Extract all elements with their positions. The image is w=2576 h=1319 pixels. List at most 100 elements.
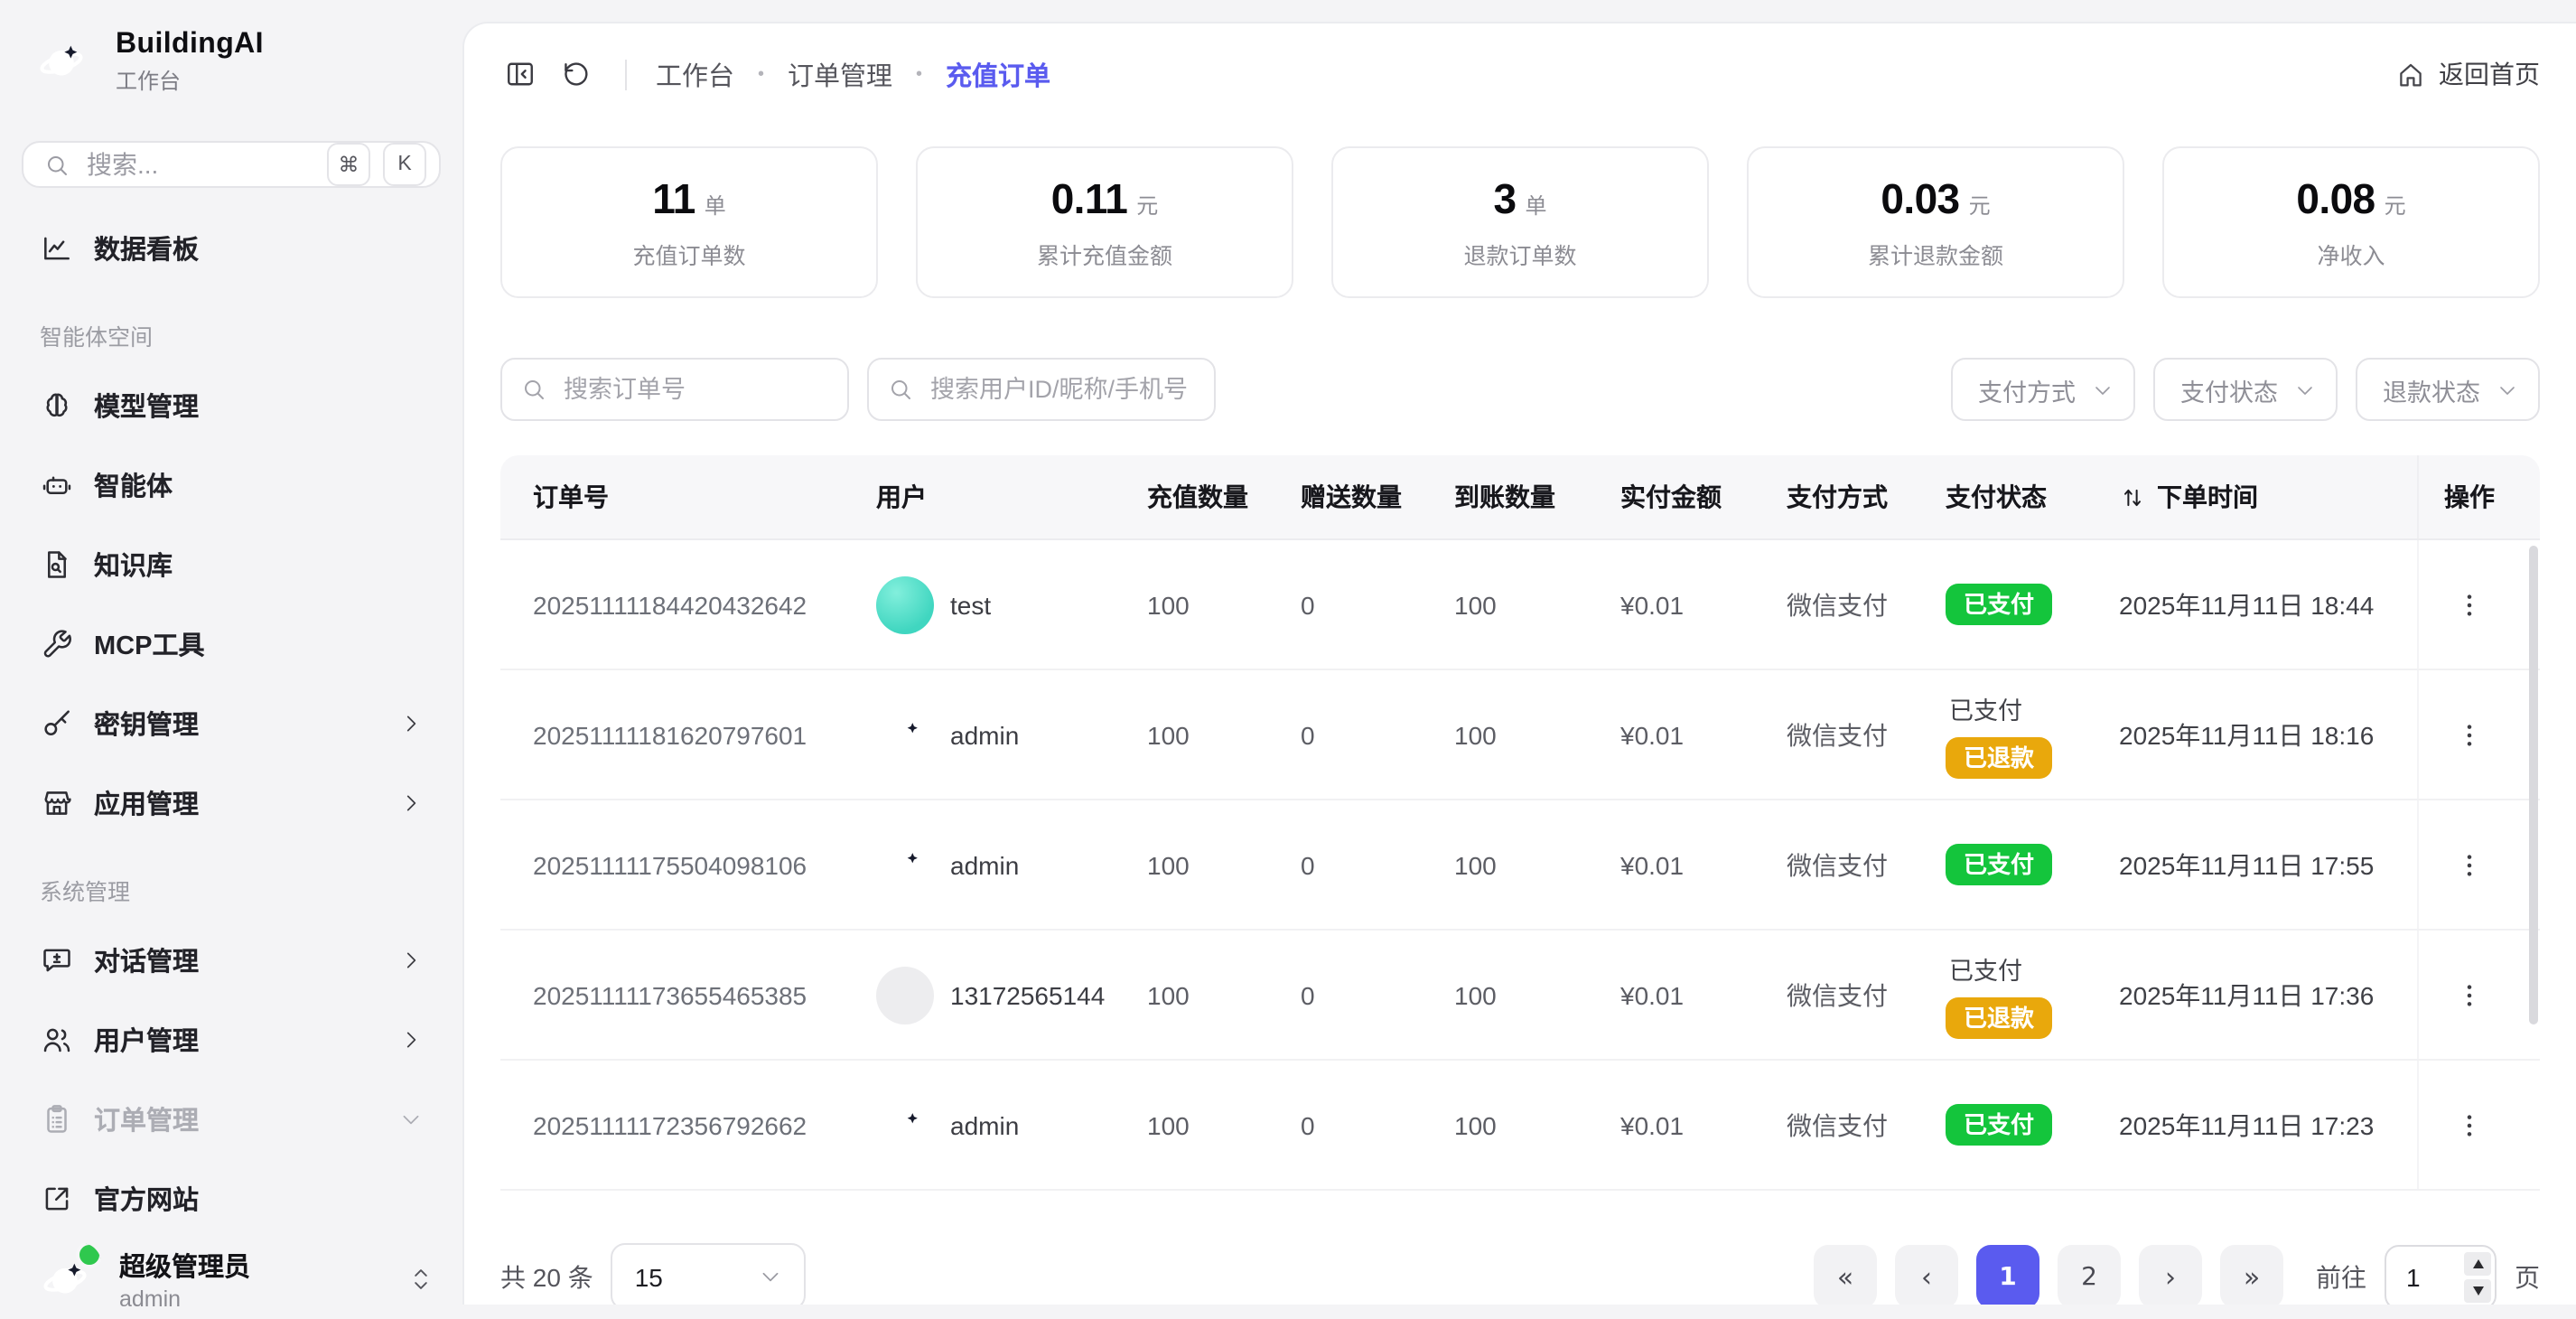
received-cell: 100 (1454, 980, 1620, 1009)
col-header-recharge: 充值数量 (1147, 479, 1301, 515)
recharge-cell: 100 (1147, 720, 1301, 749)
row-actions-button[interactable] (2444, 1099, 2495, 1150)
recharge-cell: 100 (1147, 850, 1301, 879)
chevron-down-icon (760, 1265, 783, 1288)
next-page-button[interactable]: › (2139, 1245, 2202, 1305)
bonus-cell: 0 (1301, 1110, 1454, 1139)
col-header-time[interactable]: 下单时间 (2119, 479, 2417, 515)
robot-icon (40, 467, 74, 501)
back-home-button[interactable]: 返回首页 (2395, 56, 2540, 92)
user-cell: admin (876, 706, 1147, 763)
stat-value: 0.11 (1051, 174, 1128, 223)
kebab-menu-icon (2455, 1110, 2484, 1139)
page-button-1[interactable]: 1 (1976, 1245, 2039, 1305)
refresh-icon (560, 58, 593, 90)
user-search-box[interactable] (867, 358, 1216, 421)
actions-cell (2417, 540, 2520, 669)
col-header-paid: 实付金额 (1620, 479, 1787, 515)
sidebar-search-input[interactable] (83, 148, 314, 181)
refresh-button[interactable] (556, 54, 596, 94)
sidebar-item-chats[interactable]: 对话管理 (22, 925, 441, 994)
status-cell: 已支付 已退款 (1946, 690, 2119, 779)
page-size-select[interactable]: 15 (611, 1243, 807, 1305)
user-avatar (876, 706, 934, 763)
app-logo (25, 25, 98, 98)
user-search-input[interactable] (927, 374, 1196, 405)
goto-page-input[interactable] (2386, 1260, 2464, 1293)
goto-page-stepper (2464, 1251, 2497, 1302)
sidebar-search[interactable]: ⌘ K (22, 141, 441, 188)
sidebar-item-label: 用户管理 (94, 1020, 199, 1058)
col-header-order-no: 订单号 (500, 479, 876, 515)
refund-status-select[interactable]: 退款状态 (2356, 358, 2540, 421)
sidebar-item-orders[interactable]: 订单管理 (22, 1084, 441, 1153)
page-size-value: 15 (635, 1262, 663, 1291)
sidebar-item-users[interactable]: 用户管理 (22, 1005, 441, 1073)
row-actions-button[interactable] (2444, 709, 2495, 760)
status-cell: 已支付 (1946, 844, 2119, 885)
breadcrumb-recharge-orders[interactable]: 充值订单 (946, 55, 1050, 93)
stat-label: 累计充值金额 (1037, 236, 1172, 270)
order-no-cell: 20251111184420432642 (500, 590, 876, 619)
chevron-down-icon (399, 1107, 423, 1130)
sidebar-item-dashboard[interactable]: 数据看板 (22, 213, 441, 282)
chevron-right-icon (399, 1027, 423, 1051)
order-no-cell: 20251111181620797601 (500, 720, 876, 749)
user-avatar (29, 1243, 101, 1315)
row-actions-button[interactable] (2444, 579, 2495, 630)
shortcut-k-key: K (383, 143, 426, 186)
stat-unit: 元 (1136, 189, 1158, 220)
paid-status-text: 已支付 (1946, 950, 2022, 987)
actions-cell (2417, 1061, 2520, 1189)
row-actions-button[interactable] (2444, 839, 2495, 890)
prev-page-button[interactable]: ‹ (1895, 1245, 1958, 1305)
chevrons-up-down-icon (408, 1263, 434, 1296)
chat-icon (40, 942, 74, 977)
main-panel: 工作台 • 订单管理 • 充值订单 返回首页 11单 充值订单数 0.11元 累… (462, 22, 2576, 1305)
sidebar-item-website[interactable]: 官方网站 (22, 1164, 441, 1232)
kebab-menu-icon (2455, 720, 2484, 749)
pay-status-select[interactable]: 支付状态 (2153, 358, 2338, 421)
sidebar-item-models[interactable]: 模型管理 (22, 370, 441, 439)
last-page-button[interactable]: » (2220, 1245, 2283, 1305)
goto-page-box[interactable] (2385, 1244, 2497, 1305)
paid-status-badge: 已支付 (1946, 844, 2052, 885)
sidebar-menu: 数据看板 智能体空间 模型管理 智能体 知识库 MCP工具 密钥管理 (22, 213, 441, 1232)
sidebar-item-label: 订单管理 (94, 1099, 199, 1137)
row-actions-button[interactable] (2444, 969, 2495, 1020)
actions-cell (2417, 931, 2520, 1059)
refund-status-badge: 已退款 (1946, 737, 2052, 779)
page-button-2[interactable]: 2 (2058, 1245, 2121, 1305)
chart-icon (40, 230, 74, 265)
step-down-button[interactable] (2464, 1278, 2491, 1302)
col-header-method: 支付方式 (1787, 479, 1946, 515)
brand: BuildingAI 工作台 (22, 25, 441, 98)
bonus-cell: 0 (1301, 850, 1454, 879)
wrench-icon (40, 626, 74, 660)
table-scrollbar[interactable] (2529, 546, 2538, 1024)
triangle-up-icon (2472, 1258, 2483, 1268)
breadcrumb-separator: • (758, 64, 764, 84)
breadcrumb-separator: • (916, 64, 922, 84)
sidebar-item-mcp-tools[interactable]: MCP工具 (22, 609, 441, 678)
order-search-input[interactable] (560, 374, 829, 405)
sidebar-item-keys[interactable]: 密钥管理 (22, 688, 441, 757)
document-search-icon (40, 547, 74, 581)
user-profile[interactable]: 超级管理员 admin (22, 1232, 441, 1319)
table-row: 20251111184420432642 test 100 0 100 ¥0.0… (500, 540, 2540, 670)
pay-method-select[interactable]: 支付方式 (1951, 358, 2135, 421)
collapse-sidebar-button[interactable] (500, 54, 540, 94)
sidebar-item-agents[interactable]: 智能体 (22, 450, 441, 519)
table-row: 20251111181620797601 admin 100 0 100 ¥0.… (500, 670, 2540, 800)
first-page-button[interactable]: « (1814, 1245, 1877, 1305)
sidebar-item-apps[interactable]: 应用管理 (22, 768, 441, 837)
sidebar-item-knowledge[interactable]: 知识库 (22, 529, 441, 598)
received-cell: 100 (1454, 850, 1620, 879)
order-search-box[interactable] (500, 358, 849, 421)
breadcrumb-workbench[interactable]: 工作台 (656, 55, 734, 93)
sidebar-item-label: MCP工具 (94, 624, 204, 662)
chevron-right-icon (399, 790, 423, 814)
sidebar-section-agent-space: 智能体空间 (40, 318, 441, 352)
breadcrumb-order-management[interactable]: 订单管理 (788, 55, 892, 93)
step-up-button[interactable] (2464, 1251, 2491, 1275)
